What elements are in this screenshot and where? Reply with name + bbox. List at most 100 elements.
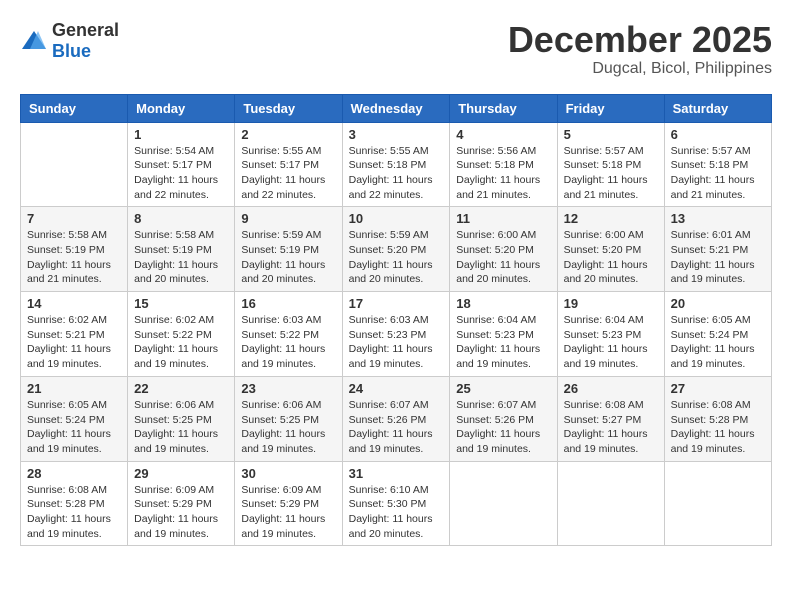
day-number: 17 bbox=[349, 296, 444, 311]
day-info: Sunrise: 6:08 AMSunset: 5:28 PMDaylight:… bbox=[671, 398, 765, 457]
calendar-cell bbox=[21, 122, 128, 207]
day-info: Sunrise: 6:03 AMSunset: 5:22 PMDaylight:… bbox=[241, 313, 335, 372]
day-number: 11 bbox=[456, 211, 550, 226]
logo-blue: Blue bbox=[52, 41, 119, 62]
calendar-cell: 10 Sunrise: 5:59 AMSunset: 5:20 PMDayligh… bbox=[342, 207, 450, 292]
calendar-cell: 13 Sunrise: 6:01 AMSunset: 5:21 PMDayligh… bbox=[664, 207, 771, 292]
day-info: Sunrise: 6:08 AMSunset: 5:27 PMDaylight:… bbox=[564, 398, 658, 457]
calendar-cell: 8 Sunrise: 5:58 AMSunset: 5:19 PMDaylight… bbox=[128, 207, 235, 292]
day-info: Sunrise: 6:00 AMSunset: 5:20 PMDaylight:… bbox=[456, 228, 550, 287]
day-number: 31 bbox=[349, 466, 444, 481]
calendar-cell: 27 Sunrise: 6:08 AMSunset: 5:28 PMDayligh… bbox=[664, 376, 771, 461]
calendar-cell: 15 Sunrise: 6:02 AMSunset: 5:22 PMDayligh… bbox=[128, 292, 235, 377]
day-number: 8 bbox=[134, 211, 228, 226]
day-number: 7 bbox=[27, 211, 121, 226]
day-number: 2 bbox=[241, 127, 335, 142]
day-info: Sunrise: 6:06 AMSunset: 5:25 PMDaylight:… bbox=[134, 398, 228, 457]
day-number: 20 bbox=[671, 296, 765, 311]
day-number: 23 bbox=[241, 381, 335, 396]
day-number: 19 bbox=[564, 296, 658, 311]
logo-general: General bbox=[52, 20, 119, 41]
weekday-header-thursday: Thursday bbox=[450, 94, 557, 122]
day-number: 14 bbox=[27, 296, 121, 311]
day-info: Sunrise: 5:58 AMSunset: 5:19 PMDaylight:… bbox=[27, 228, 121, 287]
day-number: 15 bbox=[134, 296, 228, 311]
day-number: 18 bbox=[456, 296, 550, 311]
day-number: 24 bbox=[349, 381, 444, 396]
calendar-cell: 29Sunrise: 6:09 AMSunset: 5:29 PMDayligh… bbox=[128, 461, 235, 546]
day-number: 12 bbox=[564, 211, 658, 226]
day-number: 6 bbox=[671, 127, 765, 142]
calendar-week-row: 28 Sunrise: 6:08 AMSunset: 5:28 PMDayligh… bbox=[21, 461, 772, 546]
day-number: 4 bbox=[456, 127, 550, 142]
day-info: Sunrise: 5:59 AMSunset: 5:19 PMDaylight:… bbox=[241, 228, 335, 287]
weekday-header-monday: Monday bbox=[128, 94, 235, 122]
calendar-cell: 3 Sunrise: 5:55 AMSunset: 5:18 PMDaylight… bbox=[342, 122, 450, 207]
day-number: 30 bbox=[241, 466, 335, 481]
day-info: Sunrise: 6:08 AMSunset: 5:28 PMDaylight:… bbox=[27, 483, 121, 542]
calendar-cell: 21 Sunrise: 6:05 AMSunset: 5:24 PMDayligh… bbox=[21, 376, 128, 461]
calendar-cell bbox=[450, 461, 557, 546]
calendar-cell: 11 Sunrise: 6:00 AMSunset: 5:20 PMDayligh… bbox=[450, 207, 557, 292]
day-number: 10 bbox=[349, 211, 444, 226]
day-number: 22 bbox=[134, 381, 228, 396]
calendar-cell: 22 Sunrise: 6:06 AMSunset: 5:25 PMDayligh… bbox=[128, 376, 235, 461]
weekday-header-sunday: Sunday bbox=[21, 94, 128, 122]
day-info: Sunrise: 5:56 AMSunset: 5:18 PMDaylight:… bbox=[456, 144, 550, 203]
month-year-title: December 2025 bbox=[508, 20, 772, 60]
day-info: Sunrise: 6:05 AMSunset: 5:24 PMDaylight:… bbox=[27, 398, 121, 457]
calendar-cell: 14 Sunrise: 6:02 AMSunset: 5:21 PMDayligh… bbox=[21, 292, 128, 377]
day-info: Sunrise: 6:03 AMSunset: 5:23 PMDaylight:… bbox=[349, 313, 444, 372]
weekday-header-tuesday: Tuesday bbox=[235, 94, 342, 122]
day-number: 16 bbox=[241, 296, 335, 311]
calendar-cell: 4 Sunrise: 5:56 AMSunset: 5:18 PMDaylight… bbox=[450, 122, 557, 207]
day-number: 3 bbox=[349, 127, 444, 142]
day-info: Sunrise: 6:04 AMSunset: 5:23 PMDaylight:… bbox=[456, 313, 550, 372]
calendar-cell: 12 Sunrise: 6:00 AMSunset: 5:20 PMDayligh… bbox=[557, 207, 664, 292]
calendar-week-row: 21 Sunrise: 6:05 AMSunset: 5:24 PMDayligh… bbox=[21, 376, 772, 461]
calendar-week-row: 14 Sunrise: 6:02 AMSunset: 5:21 PMDayligh… bbox=[21, 292, 772, 377]
calendar-table: SundayMondayTuesdayWednesdayThursdayFrid… bbox=[20, 94, 772, 547]
calendar-cell: 9 Sunrise: 5:59 AMSunset: 5:19 PMDaylight… bbox=[235, 207, 342, 292]
calendar-cell: 28 Sunrise: 6:08 AMSunset: 5:28 PMDayligh… bbox=[21, 461, 128, 546]
calendar-cell: 23Sunrise: 6:06 AMSunset: 5:25 PMDayligh… bbox=[235, 376, 342, 461]
calendar-cell: 26 Sunrise: 6:08 AMSunset: 5:27 PMDayligh… bbox=[557, 376, 664, 461]
calendar-cell: 25Sunrise: 6:07 AMSunset: 5:26 PMDayligh… bbox=[450, 376, 557, 461]
calendar-cell: 2 Sunrise: 5:55 AMSunset: 5:17 PMDaylight… bbox=[235, 122, 342, 207]
day-number: 26 bbox=[564, 381, 658, 396]
day-info: Sunrise: 5:57 AMSunset: 5:18 PMDaylight:… bbox=[564, 144, 658, 203]
weekday-header-wednesday: Wednesday bbox=[342, 94, 450, 122]
calendar-cell: 24Sunrise: 6:07 AMSunset: 5:26 PMDayligh… bbox=[342, 376, 450, 461]
day-info: Sunrise: 5:58 AMSunset: 5:19 PMDaylight:… bbox=[134, 228, 228, 287]
day-info: Sunrise: 6:02 AMSunset: 5:21 PMDaylight:… bbox=[27, 313, 121, 372]
day-info: Sunrise: 5:57 AMSunset: 5:18 PMDaylight:… bbox=[671, 144, 765, 203]
calendar-week-row: 7 Sunrise: 5:58 AMSunset: 5:19 PMDaylight… bbox=[21, 207, 772, 292]
day-number: 9 bbox=[241, 211, 335, 226]
calendar-week-row: 1Sunrise: 5:54 AMSunset: 5:17 PMDaylight… bbox=[21, 122, 772, 207]
day-info: Sunrise: 6:00 AMSunset: 5:20 PMDaylight:… bbox=[564, 228, 658, 287]
day-number: 28 bbox=[27, 466, 121, 481]
day-number: 5 bbox=[564, 127, 658, 142]
day-info: Sunrise: 6:01 AMSunset: 5:21 PMDaylight:… bbox=[671, 228, 765, 287]
calendar-cell: 19Sunrise: 6:04 AMSunset: 5:23 PMDayligh… bbox=[557, 292, 664, 377]
calendar-cell: 30 Sunrise: 6:09 AMSunset: 5:29 PMDayligh… bbox=[235, 461, 342, 546]
day-info: Sunrise: 6:02 AMSunset: 5:22 PMDaylight:… bbox=[134, 313, 228, 372]
calendar-cell: 31Sunrise: 6:10 AMSunset: 5:30 PMDayligh… bbox=[342, 461, 450, 546]
day-number: 13 bbox=[671, 211, 765, 226]
day-number: 27 bbox=[671, 381, 765, 396]
logo-text: General Blue bbox=[52, 20, 119, 62]
day-info: Sunrise: 6:07 AMSunset: 5:26 PMDaylight:… bbox=[456, 398, 550, 457]
calendar-cell: 1Sunrise: 5:54 AMSunset: 5:17 PMDaylight… bbox=[128, 122, 235, 207]
calendar-cell: 5 Sunrise: 5:57 AMSunset: 5:18 PMDaylight… bbox=[557, 122, 664, 207]
day-info: Sunrise: 5:55 AMSunset: 5:18 PMDaylight:… bbox=[349, 144, 444, 203]
day-number: 21 bbox=[27, 381, 121, 396]
day-info: Sunrise: 5:59 AMSunset: 5:20 PMDaylight:… bbox=[349, 228, 444, 287]
calendar-cell bbox=[557, 461, 664, 546]
location-subtitle: Dugcal, Bicol, Philippines bbox=[508, 60, 772, 78]
weekday-header-friday: Friday bbox=[557, 94, 664, 122]
day-info: Sunrise: 6:09 AMSunset: 5:29 PMDaylight:… bbox=[241, 483, 335, 542]
calendar-cell bbox=[664, 461, 771, 546]
day-info: Sunrise: 5:55 AMSunset: 5:17 PMDaylight:… bbox=[241, 144, 335, 203]
title-block: December 2025 Dugcal, Bicol, Philippines bbox=[508, 20, 772, 78]
logo: General Blue bbox=[20, 20, 119, 62]
